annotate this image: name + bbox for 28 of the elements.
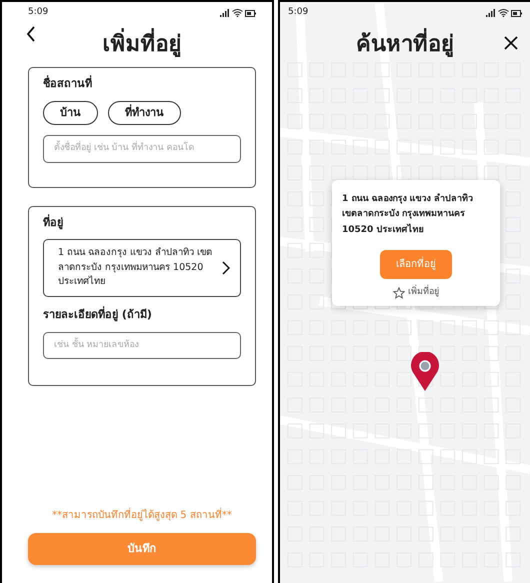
address-selector[interactable]: 1 ถนน ฉลองกรุง แขวง ลำปลาทิว เขตลาดกระบัง กรุงเทพมหานคร 10520 ประเทศไทย — [43, 239, 241, 298]
section-label: ที่อยู่ — [43, 214, 64, 231]
place-name-field[interactable]: ตั้งชื่อที่อยู่ เช่น บ้าน ที่ทำงาน คอนโด — [43, 135, 241, 162]
battery-icon — [245, 10, 256, 16]
page-title: เพิ่มที่อยู่ — [102, 28, 182, 61]
place-type-chip[interactable]: บ้าน — [43, 100, 98, 125]
place-type-chip[interactable]: ที่ทำงาน — [108, 100, 181, 125]
status-time: 5:09 — [288, 6, 308, 20]
chevron-right-icon — [222, 261, 230, 276]
battery-icon — [511, 10, 522, 16]
popup-address: 1 ถนน ฉลองกรุง แขวง ลำปลาทิว เขตลาดกระบัง กรุงเทพมหานคร 10520 ประเทศไทย — [342, 192, 474, 237]
page-title: ค้นหาที่อยู่ — [356, 28, 454, 61]
add-address-link[interactable]: เพิ่มที่อยู่ — [387, 284, 445, 300]
signal-icon — [220, 9, 229, 17]
location-pin-icon — [410, 352, 440, 392]
back-button[interactable] — [26, 26, 36, 42]
status-time: 5:09 — [28, 6, 48, 20]
close-button[interactable] — [504, 36, 518, 50]
close-icon — [504, 36, 518, 50]
wifi-icon — [498, 9, 508, 17]
limit-note: **สามารถบันทึกที่อยู่ได้สูงสุด 5 สถานที่** — [28, 508, 256, 523]
signal-icon — [486, 9, 495, 17]
back-icon — [26, 26, 36, 42]
star-icon — [393, 286, 405, 299]
wifi-icon — [232, 9, 242, 17]
field-label: รายละเอียดที่อยู่ (ถ้ามี) — [43, 307, 153, 324]
section-label: ชื่อสถานที่ — [43, 76, 93, 92]
address-detail-field[interactable]: เช่น ชั้น หมายเลขห้อง — [43, 332, 241, 360]
